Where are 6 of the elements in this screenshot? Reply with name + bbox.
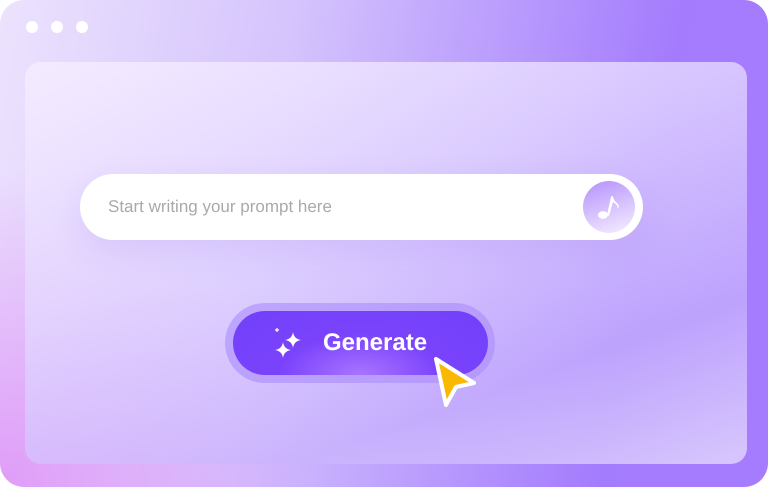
generate-button[interactable]: Generate (233, 311, 488, 375)
window-dot[interactable] (51, 21, 63, 33)
window-dot[interactable] (76, 21, 88, 33)
cursor-icon (432, 355, 478, 409)
window-dot[interactable] (26, 21, 38, 33)
prompt-field[interactable]: Start writing your prompt here (80, 174, 643, 240)
